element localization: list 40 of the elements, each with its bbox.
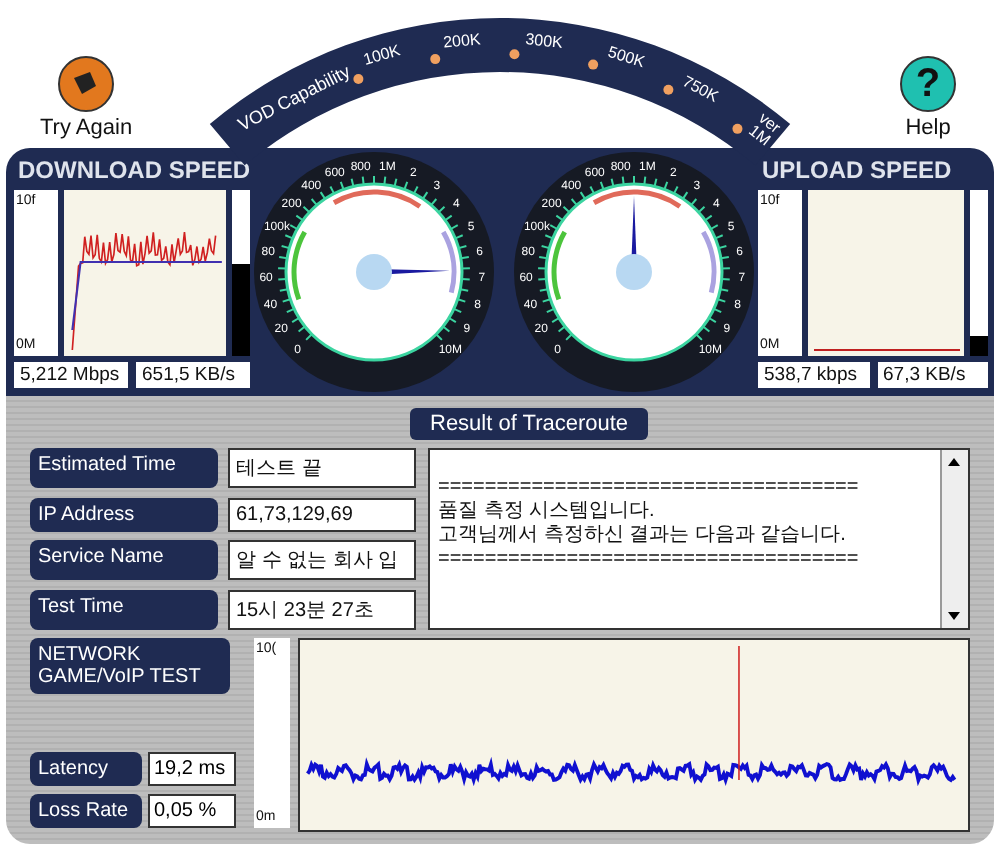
speed-reading: 5,212 Mbps bbox=[14, 362, 128, 388]
speed-reading: 67,3 KB/s bbox=[877, 362, 988, 388]
vod-mark: ver 1M bbox=[742, 109, 785, 152]
scale-arc bbox=[441, 230, 457, 294]
field-label: Test Time bbox=[30, 589, 218, 630]
needle-hub bbox=[356, 254, 392, 290]
field-value: 61,73,129,69 bbox=[228, 497, 416, 532]
field-label: IP Address bbox=[30, 497, 218, 532]
scale-arc bbox=[592, 189, 682, 209]
vod-mark: 100K bbox=[361, 43, 403, 70]
field-value: 19,2 ms bbox=[148, 752, 236, 786]
needle-hub bbox=[616, 254, 652, 290]
vod-mark: 500K bbox=[604, 45, 646, 72]
network-test-title: NETWORK GAME/VoIP TEST bbox=[30, 638, 230, 694]
output-line: 고객님께서 측정하신 결과는 다음과 같습니다. bbox=[438, 524, 848, 548]
speed-reading: 651,5 KB/s bbox=[136, 362, 250, 388]
section-title: UPLOAD SPEED bbox=[760, 156, 954, 184]
try-again-button[interactable]: Try Again bbox=[40, 56, 133, 140]
field-label: Estimated Time bbox=[30, 448, 218, 488]
vod-mark: 200K bbox=[443, 32, 482, 52]
scrollbar[interactable] bbox=[940, 450, 968, 628]
scale-arc bbox=[551, 230, 567, 301]
scale-arc bbox=[332, 189, 422, 209]
speed-reading: 538,7 kbps bbox=[758, 362, 869, 388]
scale-arc bbox=[291, 230, 307, 301]
output-line: ==================================== bbox=[438, 548, 861, 572]
field-value: 테스트 끝 bbox=[228, 448, 416, 488]
field-label: Service Name bbox=[30, 540, 218, 581]
field-value: 15시 23분 27초 bbox=[228, 589, 416, 630]
vod-mark: 300K bbox=[525, 32, 565, 53]
field-label: Latency bbox=[30, 752, 142, 786]
section-title: DOWNLOAD SPEED bbox=[16, 156, 250, 184]
output-line: ==================================== bbox=[438, 476, 861, 500]
field-value: 알 수 없는 회사 입 bbox=[228, 540, 416, 581]
field-label: Loss Rate bbox=[30, 794, 142, 828]
field-value: 0,05 % bbox=[148, 794, 236, 828]
scale-arc bbox=[701, 230, 717, 294]
traceroute-title: Result of Traceroute bbox=[410, 408, 649, 440]
output-line: 품질 측정 시스템입니다. bbox=[438, 500, 657, 524]
vod-mark: 750K bbox=[680, 74, 722, 106]
